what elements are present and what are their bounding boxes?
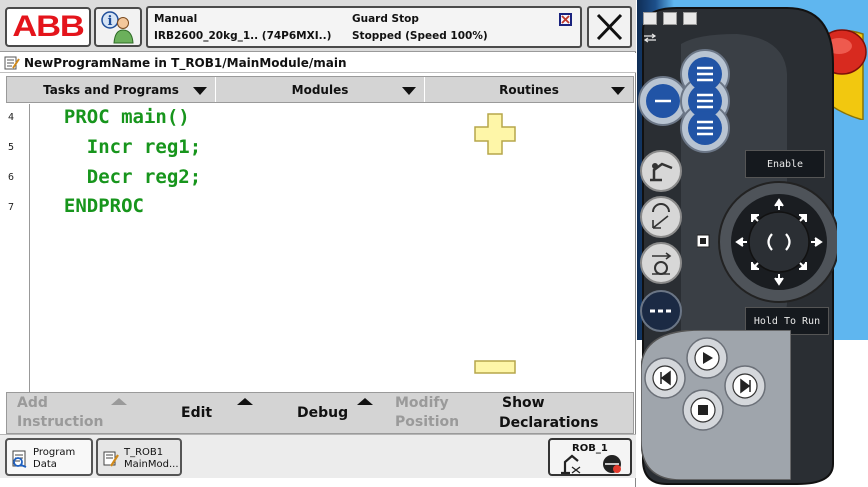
modify-position-button[interactable]: Modify Position	[373, 393, 495, 433]
close-button[interactable]	[587, 6, 632, 48]
chevron-down-icon	[193, 87, 207, 95]
navigation-dropdowns: Tasks and Programs Modules Routines	[6, 76, 634, 103]
tasks-programs-dropdown[interactable]: Tasks and Programs	[7, 77, 216, 102]
increment-icon	[652, 252, 672, 275]
zoom-in-icon[interactable]	[473, 112, 517, 156]
zoom-out-icon[interactable]	[473, 359, 517, 375]
controller-state: Guard Stop	[352, 13, 419, 25]
select-mechanical-unit-button[interactable]	[640, 150, 682, 192]
restore-window-button[interactable]	[643, 12, 657, 25]
chevron-up-icon	[237, 398, 253, 405]
swap-arrows-icon[interactable]	[643, 33, 657, 43]
debug-button[interactable]: Debug	[253, 393, 373, 433]
task-label-line1: T_ROB1	[124, 447, 164, 458]
chevron-down-icon	[611, 87, 625, 95]
task-label-line2: MainMod...	[124, 459, 179, 470]
chevron-down-icon	[402, 87, 416, 95]
line-number-gutter: 4 5 6 7	[6, 104, 30, 392]
program-path-bar: NewProgramName in T_ROB1/MainModule/main	[0, 53, 636, 73]
dropdown-label: Modules	[291, 82, 349, 97]
minimize-window-button[interactable]	[663, 12, 677, 25]
debug-label: Debug	[297, 404, 349, 421]
reorient-axis-icon	[652, 203, 670, 229]
program-state-speed: Stopped (Speed 100%)	[352, 30, 488, 42]
task-label-line2: Data	[33, 459, 57, 470]
flexpendant-screen: ABB i Manual IRB2600_20kg_1.. (74P6MXI..…	[0, 0, 636, 487]
task-label-line1: Program	[33, 447, 76, 458]
edit-button[interactable]: Edit	[133, 393, 253, 433]
programmable-keys[interactable]	[637, 46, 747, 156]
dropdown-label: Tasks and Programs	[43, 82, 179, 97]
toggle-increment-button[interactable]	[640, 242, 682, 284]
add-instruction-line2: Instruction	[17, 414, 104, 430]
dash-icon	[650, 309, 672, 313]
toggle-motion-mode-button[interactable]	[640, 196, 682, 238]
taskbar: Program Data T_ROB1 MainMod... ROB_1	[0, 434, 636, 478]
command-bar: Add Instruction Edit Debug Modify Positi…	[6, 392, 634, 434]
program-data-icon	[12, 450, 27, 468]
show-declarations-line1: Show	[502, 395, 545, 411]
code-editor[interactable]: 4 5 6 7 PROC main() Incr reg1; Decr reg2…	[6, 104, 634, 392]
event-log-button[interactable]: i	[94, 7, 142, 47]
line-number: 7	[8, 202, 15, 213]
line-number: 4	[8, 112, 15, 123]
edit-label: Edit	[181, 404, 213, 421]
abb-logo-text: ABB	[12, 10, 84, 43]
chevron-up-icon	[111, 398, 127, 405]
robot-arm-icon	[650, 162, 673, 182]
robot-unit-icon	[561, 454, 581, 475]
joystick[interactable]	[697, 180, 837, 304]
modify-position-line2: Position	[395, 414, 460, 430]
line-number: 6	[8, 172, 15, 183]
programmable-key-bottom[interactable]	[640, 290, 682, 332]
routines-dropdown[interactable]: Routines	[425, 77, 633, 102]
status-flag-icon	[559, 13, 572, 26]
modules-dropdown[interactable]: Modules	[216, 77, 425, 102]
close-icon	[596, 13, 623, 41]
show-declarations-line2: Declarations	[499, 415, 599, 431]
abb-menu-button[interactable]: ABB	[5, 7, 91, 47]
line-number: 5	[8, 142, 15, 153]
operating-mode: Manual	[154, 13, 198, 25]
program-editor-icon	[103, 451, 119, 467]
program-data-task[interactable]: Program Data	[5, 438, 93, 476]
t-rob1-task[interactable]: T_ROB1 MainMod...	[96, 438, 182, 476]
program-editor-icon	[4, 56, 20, 69]
status-display[interactable]: Manual IRB2600_20kg_1.. (74P6MXI..) Guar…	[146, 6, 582, 48]
code-line[interactable]: ENDPROC	[41, 195, 144, 217]
close-window-button[interactable]	[683, 12, 697, 25]
modify-position-line1: Modify	[395, 395, 449, 411]
robot-system-name: IRB2600_20kg_1.. (74P6MXI..)	[154, 30, 332, 42]
quickset-button[interactable]: ROB_1	[548, 438, 632, 476]
program-path-text: NewProgramName in T_ROB1/MainModule/main	[24, 55, 347, 70]
top-bar: ABB i Manual IRB2600_20kg_1.. (74P6MXI..…	[0, 0, 636, 52]
dropdown-label: Routines	[499, 82, 559, 97]
chevron-up-icon	[357, 398, 373, 405]
enable-device-label[interactable]: Enable	[745, 150, 825, 178]
code-line[interactable]: Decr reg2;	[41, 166, 201, 188]
add-instruction-button[interactable]: Add Instruction	[7, 393, 133, 433]
code-line[interactable]: PROC main()	[41, 106, 190, 128]
code-line[interactable]: Incr reg1;	[41, 136, 201, 158]
program-run-controls	[641, 330, 791, 480]
virtual-flexpendant-hardware: Enable Hold To Run	[637, 0, 868, 487]
operator-info-icon: i	[101, 11, 134, 44]
svg-text:i: i	[108, 14, 113, 29]
speed-indicator-icon	[603, 455, 621, 473]
show-declarations-button[interactable]: Show Declarations	[495, 393, 633, 433]
